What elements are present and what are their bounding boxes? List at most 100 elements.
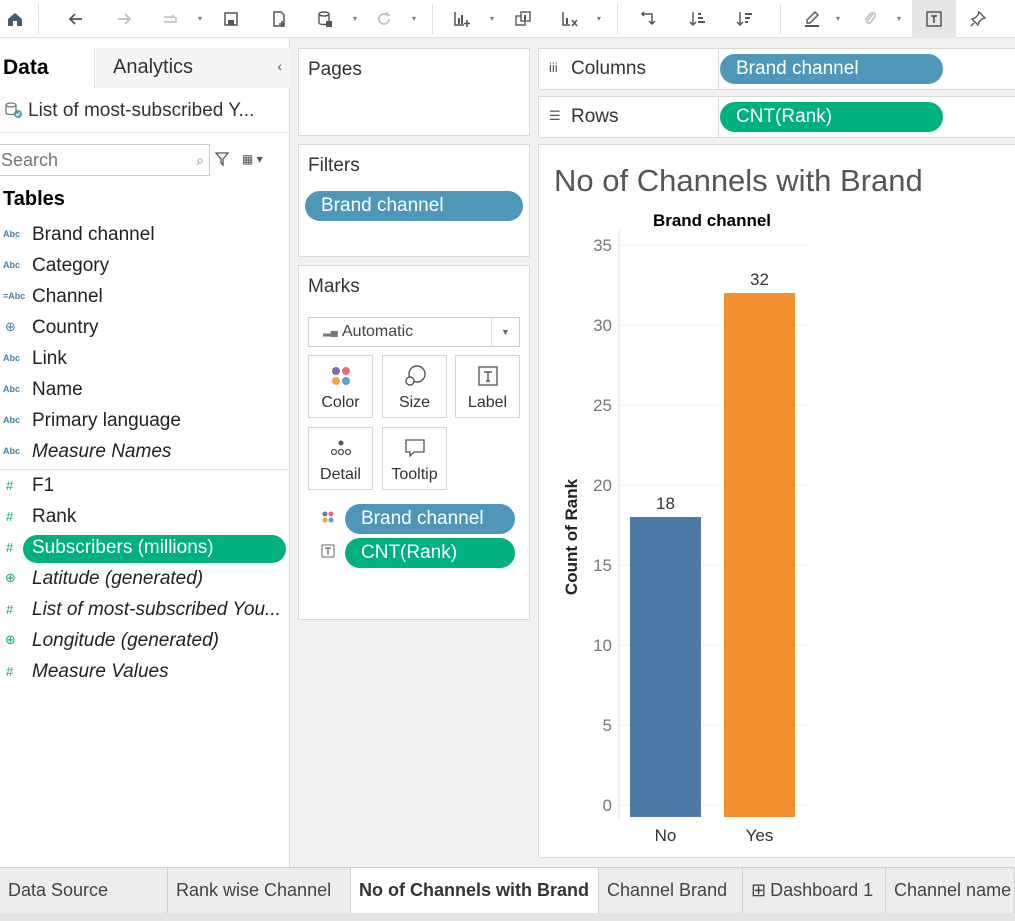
label-icon: [456, 364, 519, 388]
search-icon[interactable]: ⌕: [196, 152, 204, 169]
sheet-tab[interactable]: ⊞ Dashboard 1: [743, 868, 886, 913]
attach-icon[interactable]: [855, 4, 885, 34]
sheet-tab-label: Data Source: [8, 880, 109, 900]
field-dimension[interactable]: Abc Category: [0, 253, 290, 281]
tab-analytics[interactable]: Analytics: [96, 48, 290, 88]
pin-icon[interactable]: [963, 4, 993, 34]
field-measure[interactable]: # Rank: [0, 504, 290, 532]
tooltip-button[interactable]: Tooltip: [382, 427, 447, 490]
field-name: Country: [32, 317, 99, 338]
highlight-icon[interactable]: [797, 4, 827, 34]
filter-pill-brand-channel[interactable]: Brand channel: [305, 191, 523, 221]
mark-type-label: Automatic: [342, 323, 414, 340]
label-field-icon: [321, 544, 335, 561]
home-icon[interactable]: [0, 4, 30, 34]
color-button[interactable]: Color: [308, 355, 373, 418]
columns-pill-brand-channel[interactable]: Brand channel: [720, 54, 943, 84]
mark-type-dropdown[interactable]: ▂▄ Automatic ▼: [308, 317, 520, 347]
field-dimension[interactable]: Abc Name: [0, 377, 290, 405]
swap-icon[interactable]: [633, 4, 663, 34]
color-field-icon: [321, 510, 335, 527]
field-name: Name: [32, 379, 83, 400]
columns-shelf[interactable]: iii Columns Brand channel: [538, 48, 1015, 90]
category-label: No: [655, 826, 677, 845]
y-axis-label: Count of Rank: [562, 478, 581, 595]
field-dimension[interactable]: Abc Link: [0, 346, 290, 374]
field-measure[interactable]: # F1: [0, 473, 290, 501]
sheet-tab[interactable]: Channel name: [886, 868, 1015, 913]
abc-icon: Abc: [3, 415, 21, 425]
chevron-down-icon[interactable]: ▼: [491, 318, 519, 346]
pages-card[interactable]: Pages: [298, 48, 530, 136]
marks-pill-cnt-rank[interactable]: CNT(Rank): [345, 538, 515, 568]
status-bar: [0, 913, 1015, 921]
view-options-icon[interactable]: ▦ ▾: [242, 152, 263, 166]
field-dimension[interactable]: =Abc Channel: [0, 284, 290, 312]
datasource-item[interactable]: List of most-subscribed Y...: [0, 93, 290, 133]
y-tick-label: 10: [593, 636, 612, 655]
tab-data[interactable]: Data: [0, 48, 95, 88]
save-icon[interactable]: [216, 4, 246, 34]
tooltip-label: Tooltip: [391, 466, 438, 483]
clear-sheet-icon[interactable]: [555, 4, 585, 34]
field-measure[interactable]: # Measure Values: [0, 659, 290, 687]
sheet-tab[interactable]: No of Channels with Brand: [351, 868, 599, 913]
detail-button[interactable]: Detail: [308, 427, 373, 490]
label-button[interactable]: Label: [455, 355, 520, 418]
sort-descending-icon[interactable]: [730, 4, 760, 34]
field-measure[interactable]: ⊕ Longitude (generated): [0, 628, 290, 656]
filters-card[interactable]: Filters Brand channel: [298, 144, 530, 257]
undo-icon[interactable]: [61, 4, 91, 34]
new-worksheet-icon[interactable]: [447, 4, 477, 34]
hash-icon: #: [6, 664, 14, 679]
globe-icon: ⊕: [5, 319, 16, 334]
dashboard-icon: ⊞: [751, 880, 767, 900]
y-tick-label: 15: [593, 556, 612, 575]
sheet-tab[interactable]: Channel Brand: [599, 868, 743, 913]
show-labels-icon[interactable]: [912, 0, 956, 38]
toolbar-separator: [617, 4, 618, 34]
refresh-caret-icon[interactable]: ▾: [409, 12, 419, 24]
field-measure[interactable]: # List of most-subscribed You...: [0, 597, 290, 625]
field-dimension[interactable]: Abc Brand channel: [0, 222, 290, 250]
new-datasource-icon[interactable]: [264, 4, 294, 34]
field-dimension[interactable]: Abc Primary language: [0, 408, 290, 436]
filter-icon[interactable]: [214, 151, 230, 172]
attach-caret-icon[interactable]: ▾: [894, 12, 904, 24]
rows-pill-cnt-rank[interactable]: CNT(Rank): [720, 102, 943, 132]
search-input[interactable]: [0, 145, 179, 175]
toolbar-separator: [432, 4, 433, 34]
pane-tabs: Data Analytics ‹: [0, 48, 290, 88]
abc-icon: Abc: [3, 446, 21, 456]
pages-title: Pages: [308, 59, 362, 80]
clear-caret-icon[interactable]: ▾: [594, 12, 604, 24]
marks-title: Marks: [308, 276, 360, 297]
highlight-caret-icon[interactable]: ▾: [833, 12, 843, 24]
duplicate-icon[interactable]: [508, 4, 538, 34]
sort-ascending-icon[interactable]: [683, 4, 713, 34]
filters-title: Filters: [308, 155, 360, 176]
field-measure[interactable]: # Subscribers (millions): [0, 535, 290, 563]
field-dimension[interactable]: Abc Measure Names: [0, 439, 290, 467]
search-field[interactable]: ⌕: [0, 144, 210, 176]
marks-pill-brand-channel[interactable]: Brand channel: [345, 504, 515, 534]
y-tick-label: 5: [603, 716, 612, 735]
rows-shelf[interactable]: ☰ Rows CNT(Rank): [538, 96, 1015, 138]
replay-caret-icon[interactable]: ▾: [195, 12, 205, 24]
field-dimension[interactable]: ⊕ Country: [0, 315, 290, 343]
globe-icon: ⊕: [5, 632, 16, 647]
sheet-tab[interactable]: Data Source: [0, 868, 168, 913]
replay-icon[interactable]: [155, 4, 185, 34]
field-measure[interactable]: ⊕ Latitude (generated): [0, 566, 290, 594]
collapse-pane-icon[interactable]: ‹: [277, 58, 282, 74]
field-name: F1: [32, 475, 55, 496]
datasource-icon[interactable]: [310, 4, 340, 34]
new-worksheet-caret-icon[interactable]: ▾: [487, 12, 497, 24]
size-button[interactable]: Size: [382, 355, 447, 418]
refresh-icon[interactable]: [369, 4, 399, 34]
sheet-tab[interactable]: Rank wise Channel: [168, 868, 351, 913]
sheet-tab-label: Rank wise Channel: [176, 880, 332, 900]
abc-icon: Abc: [3, 260, 21, 270]
datasource-caret-icon[interactable]: ▾: [350, 12, 360, 24]
redo-icon[interactable]: [109, 4, 139, 34]
